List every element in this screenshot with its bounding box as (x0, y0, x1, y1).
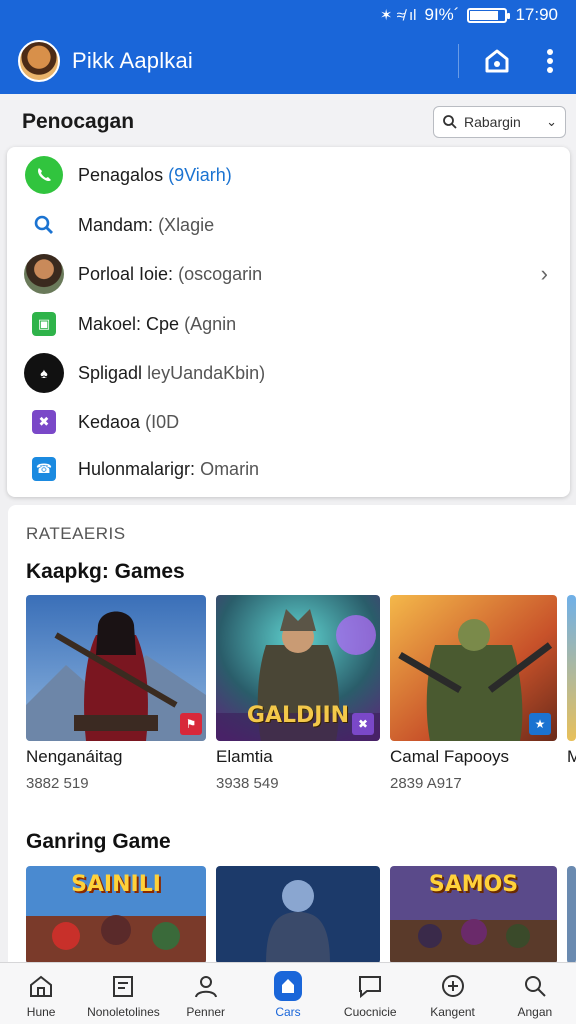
nav-label: Cuocnicie (343, 1005, 397, 1019)
search-icon (443, 115, 457, 129)
chevron-right-icon: › (540, 261, 548, 286)
game-banner[interactable]: SAMOS (390, 866, 557, 964)
active-tab-icon (273, 971, 302, 1001)
nav-item-person[interactable]: Penner (165, 963, 247, 1024)
menu-item-label: Mandam: (78, 214, 154, 235)
menu-item[interactable]: ✖ Kedaoa (I0D (7, 397, 570, 447)
menu-item[interactable]: ▣ Makoel: Cpe (Agnin (7, 299, 570, 349)
notes-icon (108, 971, 138, 1001)
home-icon (485, 49, 509, 73)
search-dropdown[interactable]: Rabargin ⌄ (433, 106, 566, 138)
battery-fill (470, 10, 498, 20)
game-title: Nenganáitag (26, 747, 123, 766)
game-badge: ★ (529, 713, 551, 735)
status-indicators: ✶ ≉ ıl (379, 7, 417, 24)
row-title: Kaapkg: Games (26, 560, 185, 583)
nav-item-active[interactable]: Cars (247, 963, 329, 1024)
banner-title: SAINILI (71, 872, 161, 897)
search-icon (520, 971, 550, 1001)
nav-item-search[interactable]: Angan (494, 963, 576, 1024)
menu-item-label: Porloal Ioie: (78, 263, 174, 284)
menu-item-label: Hulonmalarigr: (78, 458, 196, 479)
game-banner[interactable] (567, 866, 576, 964)
menu-item[interactable]: ♠ Spligadl leyUandaKbin) (7, 348, 570, 398)
game-thumbnail: ★ (390, 595, 557, 741)
app-header: ✶ ≉ ıl 9I%´ 17:90 Pikk Aaplkai (0, 0, 576, 94)
app-title: Pikk Aaplkai (72, 48, 194, 73)
search-icon (24, 205, 64, 245)
menu-item[interactable]: Penagalos (9Viarh) (7, 150, 570, 200)
section-header: Penocagan Rabargin ⌄ (0, 94, 576, 150)
add-circle-icon (438, 971, 468, 1001)
menu-item-sub: (Agnin (184, 313, 237, 334)
game-title: Elamtia (216, 747, 273, 766)
nav-item-notes[interactable]: Nonoletolines (82, 963, 164, 1024)
status-bar: ✶ ≉ ıl 9I%´ 17:90 (380, 4, 558, 26)
avatar[interactable] (18, 40, 60, 82)
menu-item-sub: (Xlagie (158, 214, 215, 235)
nav-item-chat[interactable]: Cuocnicie (329, 963, 411, 1024)
nav-label: Penner (186, 1005, 226, 1019)
game-banner[interactable]: SAINILI (26, 866, 206, 964)
game-thumbnail: ⚑ (26, 595, 206, 741)
portrait-avatar (24, 254, 64, 294)
menu-item[interactable]: Porloal Ioie: (oscogarin › (7, 249, 570, 299)
menu-item[interactable]: ☎ Hulonmalarigr: Omarin (7, 444, 570, 494)
nav-label: Angan (517, 1005, 553, 1019)
game-badge: ✖ (352, 713, 374, 735)
section-title: Penocagan (22, 110, 135, 133)
game-title: Camal Fapooys (390, 747, 510, 766)
home-outline-icon (26, 971, 56, 1001)
nav-label: Nonoletolines (87, 1005, 160, 1019)
game-card[interactable]: M (567, 595, 576, 795)
spade-logo-icon: ♠ (24, 353, 64, 393)
menu-item-label: Penagalos (78, 164, 164, 185)
menu-item-label: Kedaoa (78, 411, 141, 432)
menu-item[interactable]: Mandam: (Xlagie (7, 200, 570, 250)
game-meta: 3882 519 (26, 775, 89, 792)
menu-item-sub: leyUandaKbin) (147, 362, 266, 383)
nav-label: Hune (26, 1005, 56, 1019)
game-meta: 2839 A917 (390, 775, 462, 792)
person-icon (191, 971, 221, 1001)
game-title: M (567, 747, 576, 766)
game-badge: ⚑ (180, 713, 202, 735)
nav-label: Cars (275, 1005, 301, 1019)
dropdown-value: Rabargin (464, 114, 521, 130)
nav-item-home[interactable]: Hune (0, 963, 82, 1024)
menu-item-sub: Omarin (200, 458, 260, 479)
category-label: RATEAERIS (26, 524, 126, 543)
purple-app-icon: ✖ (24, 402, 64, 442)
menu-item-sub: (oscogarin (178, 263, 263, 284)
chat-icon (355, 971, 385, 1001)
menu-item-sub: (9Viarh) (168, 164, 232, 185)
game-meta: 3938 549 (216, 775, 279, 792)
bottom-nav: Hune Nonoletolines Penner Cars Cuocnicie… (0, 962, 576, 1024)
row-title: Ganring Game (26, 830, 171, 853)
phone-icon (24, 155, 64, 195)
battery-icon (467, 7, 511, 23)
phone-square-icon: ☎ (24, 449, 64, 489)
home-button[interactable] (480, 44, 514, 78)
clock: 17:90 (515, 5, 558, 24)
divider (458, 44, 459, 78)
menu-item-label: Makoel: Cpe (78, 313, 180, 334)
app-bar: Pikk Aaplkai (0, 34, 576, 88)
game-thumbnail (567, 595, 576, 741)
menu-item-label: Spligadl (78, 362, 143, 383)
nav-item-add[interactable]: Kangent (411, 963, 493, 1024)
more-vert-icon[interactable] (536, 46, 564, 76)
battery-percent: 9I%´ (424, 5, 460, 24)
game-banner[interactable] (216, 866, 380, 964)
video-icon: ▣ (24, 304, 64, 344)
menu-item-sub: (I0D (145, 411, 180, 432)
dropdown-menu: Penagalos (9Viarh) Mandam: (Xlagie Porlo… (7, 147, 570, 497)
banner-title: SAMOS (428, 872, 519, 897)
game-thumbnail: GALDJIN ✖ (216, 595, 380, 741)
chevron-down-icon: ⌄ (546, 114, 557, 129)
nav-label: Kangent (430, 1005, 475, 1019)
